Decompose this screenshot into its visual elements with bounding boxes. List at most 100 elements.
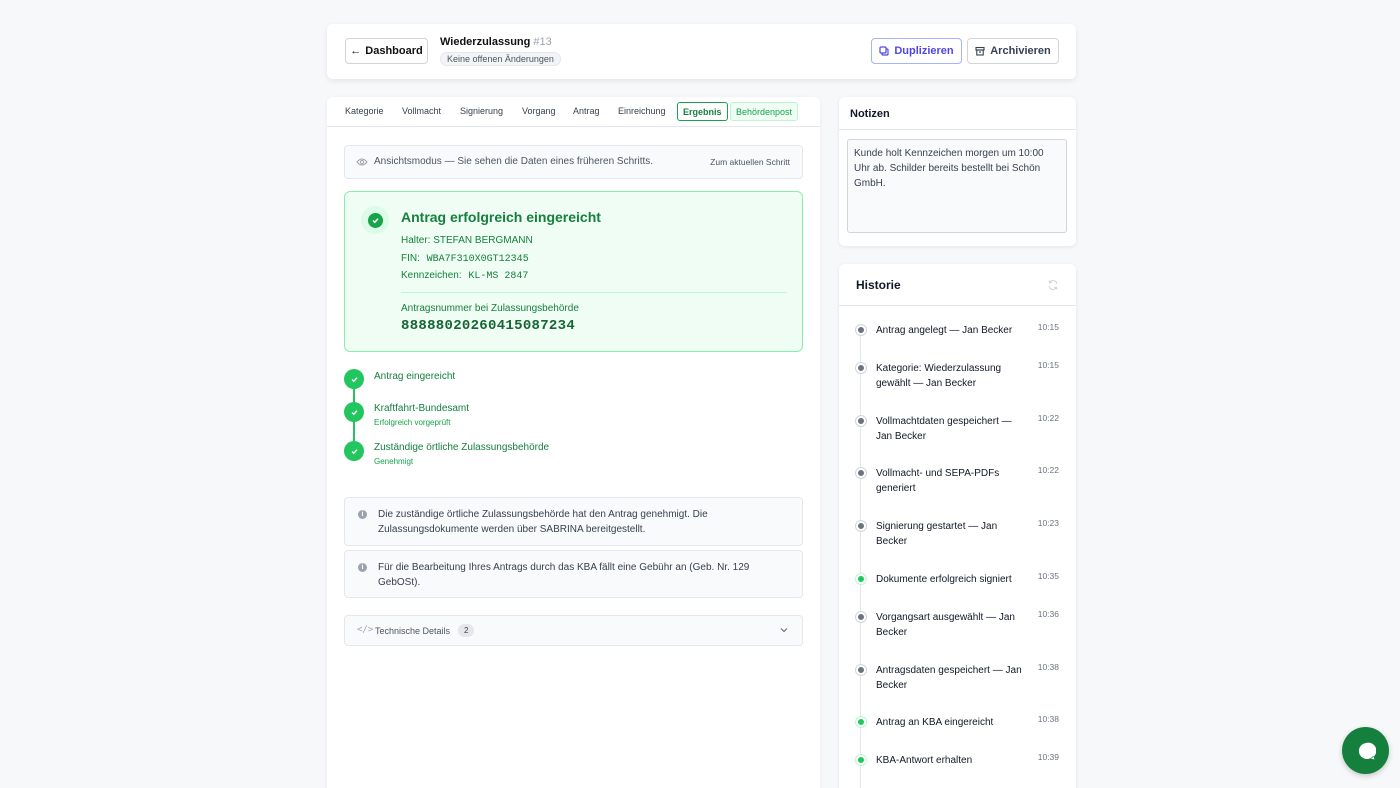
step-check-icon — [344, 441, 364, 461]
page-title: Wiederzulassung #13 — [440, 36, 561, 48]
chat-button[interactable] — [1342, 727, 1389, 774]
main-panel: Kategorie Vollmacht Signierung Vorgang A… — [327, 97, 820, 788]
technical-details-label: Technische Details — [375, 626, 451, 636]
step-check-icon — [344, 402, 364, 422]
arrow-left-icon: ← — [350, 45, 362, 57]
case-number: #13 — [533, 36, 552, 48]
history-dot — [856, 416, 866, 426]
step-subtitle: Erfolgreich vorgeprüft — [374, 418, 451, 427]
chat-bubble-icon — [1358, 742, 1376, 759]
view-mode-banner: Ansichtsmodus — Sie sehen die Daten eine… — [344, 145, 803, 179]
history-text: Vollmachtdaten gespeichert — Jan Becker — [876, 416, 1012, 442]
back-to-dashboard-button[interactable]: ← Dashboard — [345, 38, 428, 64]
tab-einreichung[interactable]: Einreichung — [614, 102, 670, 121]
halter-value: STEFAN BERGMANN — [433, 235, 533, 246]
result-success-card: Antrag erfolgreich eingereicht Halter: S… — [344, 191, 803, 352]
history-dot — [856, 755, 866, 765]
status-pill: Keine offenen Änderungen — [440, 52, 561, 66]
copy-icon — [879, 46, 889, 56]
info-message: i Für die Bearbeitung Ihres Antrags durc… — [344, 550, 803, 598]
fin-row: FIN: WBA7F310X0GT12345 — [401, 253, 529, 265]
success-check-icon — [361, 206, 389, 234]
info-icon: i — [358, 563, 367, 572]
history-text: Vollmacht- und SEPA-PDFs generiert — [876, 468, 1000, 494]
tab-vorgang[interactable]: Vorgang — [518, 102, 560, 121]
fin-label: FIN: — [401, 253, 420, 264]
info-message-text: Für die Bearbeitung Ihres Antrags durch … — [378, 562, 750, 588]
antragsnummer-label: Antragsnummer bei Zulassungsbehörde — [401, 303, 579, 314]
antragsnummer-value: 88888020260415087234 — [401, 318, 576, 334]
duplicate-button-label: Duplizieren — [894, 45, 954, 57]
notes-card: Notizen Kunde holt Kennzeichen morgen um… — [839, 97, 1076, 246]
history-card: Historie Antrag angelegt — Jan Becker 10… — [839, 264, 1076, 788]
technical-details-toggle[interactable]: </> Technische Details 2 — [344, 615, 803, 646]
history-dot — [856, 665, 866, 675]
history-text: KBA-Antwort erhalten — [876, 755, 973, 766]
history-time: 10:36 — [1037, 609, 1059, 619]
result-title: Antrag erfolgreich eingereicht — [401, 209, 601, 225]
history-dot — [856, 468, 866, 478]
info-icon: i — [358, 510, 367, 519]
kennzeichen-value: KL-MS 2847 — [468, 271, 529, 282]
history-time: 10:15 — [1037, 322, 1059, 332]
history-text: Antrag angelegt — Jan Becker — [876, 325, 1013, 336]
title-block: Wiederzulassung #13 Keine offenen Änderun… — [440, 36, 561, 67]
notes-textarea[interactable]: Kunde holt Kennzeichen morgen um 10:00 U… — [847, 139, 1067, 233]
eye-icon — [356, 158, 368, 166]
step-subtitle: Genehmigt — [374, 457, 414, 466]
halter-row: Halter: STEFAN BERGMANN — [401, 235, 533, 246]
history-text: Antrag an KBA eingereicht — [876, 717, 994, 728]
duplicate-button[interactable]: Duplizieren — [871, 38, 962, 64]
archive-button[interactable]: Archivieren — [967, 38, 1059, 64]
technical-details-count: 2 — [458, 624, 475, 637]
info-message: i Die zuständige örtliche Zulassungsbehö… — [344, 497, 803, 546]
history-time: 10:38 — [1037, 714, 1059, 724]
history-time: 10:35 — [1037, 571, 1059, 581]
back-button-label: Dashboard — [365, 45, 423, 57]
history-text: Kategorie: Wiederzulassung gewählt — Jan… — [876, 363, 1002, 389]
view-mode-text: Ansichtsmodus — Sie sehen die Daten eine… — [374, 156, 654, 167]
halter-label: Halter: — [401, 235, 431, 246]
step-tabs: Kategorie Vollmacht Signierung Vorgang A… — [327, 97, 820, 127]
history-dot — [856, 521, 866, 531]
info-message-text: Die zuständige örtliche Zulassungsbehörd… — [378, 509, 708, 535]
history-time: 10:39 — [1037, 752, 1059, 762]
history-dot — [856, 717, 866, 727]
history-time: 10:23 — [1037, 518, 1059, 528]
fin-value: WBA7F310X0GT12345 — [426, 254, 529, 265]
tab-antrag[interactable]: Antrag — [569, 102, 604, 121]
history-time: 10:15 — [1037, 360, 1059, 370]
tab-behoerdenpost[interactable]: Behördenpost — [730, 102, 799, 121]
history-text: Signierung gestartet — Jan Becker — [876, 521, 998, 547]
history-text: Antragsdaten gespeichert — Jan Becker — [876, 665, 1022, 691]
history-dot — [856, 325, 866, 335]
divider — [401, 292, 787, 293]
history-text: Vorgangsart ausgewählt — Jan Becker — [876, 612, 1015, 638]
history-dot — [856, 612, 866, 622]
progress-steps: Antrag eingereicht Kraftfahrt-Bundesamt … — [344, 368, 803, 468]
archive-button-label: Archivieren — [990, 45, 1051, 57]
chevron-down-icon — [780, 628, 788, 633]
tab-signierung[interactable]: Signierung — [456, 102, 507, 121]
tab-ergebnis[interactable]: Ergebnis — [677, 102, 728, 121]
history-dot — [856, 363, 866, 373]
history-time: 10:38 — [1037, 662, 1059, 672]
kennzeichen-label: Kennzeichen: — [401, 270, 462, 281]
tab-vollmacht[interactable]: Vollmacht — [398, 102, 445, 121]
go-to-current-step-link[interactable]: Zum aktuellen Schritt — [710, 157, 790, 167]
notes-title: Notizen — [839, 97, 1076, 130]
step-title: Kraftfahrt-Bundesamt — [374, 403, 470, 414]
tab-kategorie[interactable]: Kategorie — [341, 102, 388, 121]
page-title-text: Wiederzulassung — [440, 36, 531, 48]
history-title: Historie — [839, 264, 1076, 306]
history-time: 10:22 — [1037, 413, 1059, 423]
refresh-icon[interactable] — [1047, 279, 1059, 291]
history-dot — [856, 574, 866, 584]
step-title: Zuständige örtliche Zulassungsbehörde — [374, 442, 550, 453]
step-title: Antrag eingereicht — [374, 371, 456, 382]
archive-icon — [975, 46, 985, 56]
history-text: Dokumente erfolgreich signiert — [876, 574, 1012, 585]
history-time: 10:22 — [1037, 465, 1059, 475]
step-check-icon — [344, 369, 364, 389]
kennzeichen-row: Kennzeichen: KL-MS 2847 — [401, 270, 528, 282]
